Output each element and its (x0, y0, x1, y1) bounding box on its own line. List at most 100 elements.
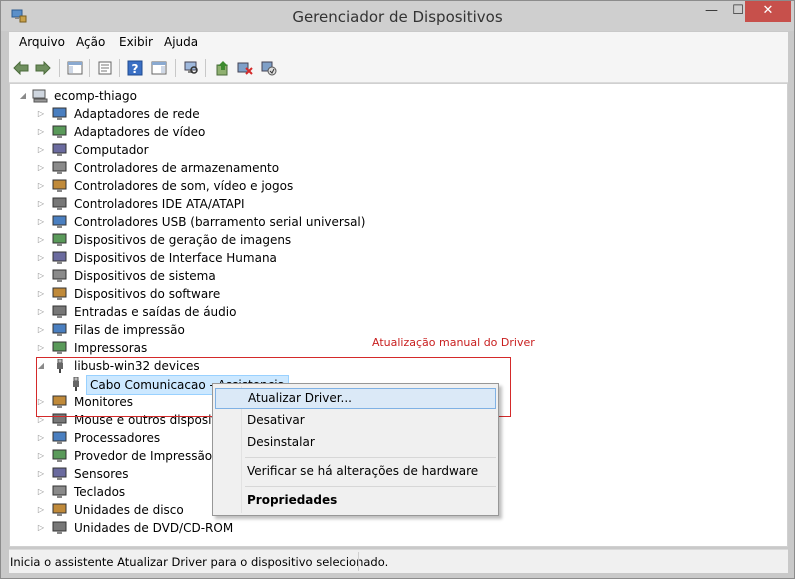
tree-category-label: Dispositivos de geração de imagens (74, 233, 292, 247)
forward-arrow-icon[interactable] (33, 58, 53, 78)
keyboard-icon (52, 485, 67, 498)
expand-arrow-icon[interactable]: ▷ (36, 339, 46, 357)
properties-icon[interactable] (95, 58, 115, 78)
display-adapter-icon (52, 125, 67, 138)
tree-category-label: Impressoras (74, 341, 148, 355)
expand-arrow-icon[interactable]: ▷ (36, 519, 46, 537)
close-button[interactable]: ✕ (745, 1, 791, 22)
expand-arrow-icon[interactable]: ▷ (36, 195, 46, 213)
expand-arrow-icon[interactable]: ▷ (36, 429, 46, 447)
ws-print-provider-icon (52, 449, 67, 462)
device-manager-window: Gerenciador de Dispositivos — ☐ ✕ Arquiv… (0, 0, 795, 579)
expand-arrow-icon[interactable]: ▷ (36, 105, 46, 123)
ctx-properties[interactable]: Propriedades (215, 490, 496, 511)
tree-category-label: Sensores (74, 467, 129, 481)
context-menu-separator (245, 486, 496, 487)
toolbar-separator (175, 59, 176, 77)
ctx-update-driver[interactable]: Atualizar Driver... (215, 388, 496, 409)
expand-arrow-icon[interactable]: ▷ (36, 285, 46, 303)
console-tree-icon[interactable] (65, 58, 85, 78)
expand-arrow-icon[interactable]: ▷ (36, 501, 46, 519)
tree-root-label: ecomp-thiago (54, 89, 137, 103)
menu-acao[interactable]: Ação (76, 35, 105, 49)
expand-arrow-icon[interactable]: ▷ (36, 141, 46, 159)
dvd-drive-icon (52, 521, 67, 534)
expand-arrow-icon[interactable]: ▷ (36, 231, 46, 249)
expand-arrow-icon[interactable]: ▷ (36, 465, 46, 483)
computer-icon (52, 143, 67, 156)
imaging-device-icon (52, 233, 67, 246)
disk-drive-icon (52, 503, 67, 516)
system-device-icon (52, 269, 67, 282)
tree-category-label: Adaptadores de rede (74, 107, 200, 121)
audio-io-icon (52, 305, 67, 318)
uninstall-icon[interactable] (235, 58, 255, 78)
status-bar: Inicia o assistente Atualizar Driver par… (9, 549, 788, 573)
svg-text:?: ? (132, 62, 139, 76)
toolbar-separator (119, 59, 120, 77)
tree-category-label: Computador (74, 143, 149, 157)
tree-category-label: Dispositivos de sistema (74, 269, 216, 283)
menu-arquivo[interactable]: Arquivo (19, 35, 65, 49)
minimize-button[interactable]: — (698, 1, 725, 22)
collapse-arrow-icon[interactable]: ◢ (18, 87, 28, 105)
toolbar-separator (59, 59, 60, 77)
processor-icon (52, 431, 67, 444)
tree-category-label: Entradas e saídas de áudio (74, 305, 237, 319)
network-adapter-icon (52, 107, 67, 120)
toolbar-separator (89, 59, 90, 77)
context-menu: Atualizar Driver... Desativar Desinstala… (212, 383, 499, 516)
usb-controller-icon (52, 215, 67, 228)
expand-arrow-icon[interactable]: ▷ (36, 483, 46, 501)
ctx-scan-hardware[interactable]: Verificar se há alterações de hardware (215, 461, 496, 482)
scan-hardware-icon[interactable] (181, 58, 201, 78)
printer-icon (52, 341, 67, 354)
menu-bar: Arquivo Ação Exibir Ajuda (9, 32, 788, 55)
tree-category-label: Dispositivos do software (74, 287, 221, 301)
title-bar[interactable]: Gerenciador de Dispositivos — ☐ ✕ (1, 1, 794, 31)
action-pane-icon[interactable] (149, 58, 169, 78)
expand-arrow-icon[interactable]: ▷ (36, 447, 46, 465)
context-menu-separator (245, 457, 496, 458)
status-text: Inicia o assistente Atualizar Driver par… (10, 555, 389, 569)
annotation-label: Atualização manual do Driver (372, 336, 535, 349)
back-arrow-icon[interactable] (11, 58, 31, 78)
sensor-icon (52, 467, 67, 480)
expand-arrow-icon[interactable]: ▷ (36, 213, 46, 231)
menu-exibir[interactable]: Exibir (119, 35, 153, 49)
tree-category-label: Processadores (74, 431, 161, 445)
update-driver-icon[interactable] (213, 58, 233, 78)
ctx-uninstall[interactable]: Desinstalar (215, 432, 496, 453)
ide-controller-icon (52, 197, 67, 210)
expand-arrow-icon[interactable]: ▷ (36, 177, 46, 195)
status-separator (358, 552, 359, 571)
expand-arrow-icon[interactable]: ▷ (36, 321, 46, 339)
storage-controller-icon (52, 161, 67, 174)
ctx-disable[interactable]: Desativar (215, 410, 496, 431)
tree-category-label: Controladores de armazenamento (74, 161, 280, 175)
tree-category-label: Controladores de som, vídeo e jogos (74, 179, 294, 193)
toolbar: ? (9, 54, 788, 83)
expand-arrow-icon[interactable]: ▷ (36, 249, 46, 267)
computer-root-icon (32, 89, 48, 103)
tree-category-label: Filas de impressão (74, 323, 185, 337)
tree-category-label: Unidades de DVD/CD-ROM (74, 521, 234, 535)
expand-arrow-icon[interactable]: ▷ (36, 123, 46, 141)
enable-device-icon[interactable] (259, 58, 279, 78)
tree-category-label: Controladores USB (barramento serial uni… (74, 215, 366, 229)
tree-category-label: Adaptadores de vídeo (74, 125, 206, 139)
window-title: Gerenciador de Dispositivos (292, 8, 503, 26)
help-icon[interactable]: ? (125, 58, 145, 78)
tree-category-label: Teclados (74, 485, 126, 499)
expand-arrow-icon[interactable]: ▷ (36, 267, 46, 285)
toolbar-separator (205, 59, 206, 77)
print-queue-icon (52, 323, 67, 336)
sound-controller-icon (52, 179, 67, 192)
tree-category-label: Dispositivos de Interface Humana (74, 251, 277, 265)
expand-arrow-icon[interactable]: ▷ (36, 303, 46, 321)
software-device-icon (52, 287, 67, 300)
hid-icon (52, 251, 67, 264)
expand-arrow-icon[interactable]: ▷ (36, 159, 46, 177)
tree-category-label: Unidades de disco (74, 503, 184, 517)
menu-ajuda[interactable]: Ajuda (164, 35, 198, 49)
